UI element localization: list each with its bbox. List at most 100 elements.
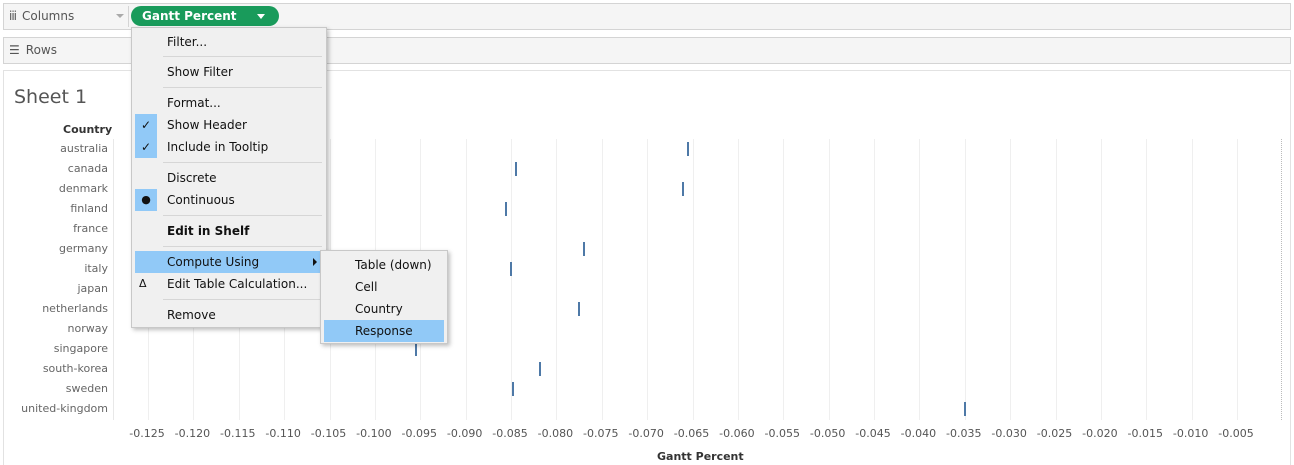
x-tick-label: -0.065 [673, 427, 710, 440]
menu-item-continuous[interactable]: ● Continuous [135, 189, 323, 211]
x-tick-label: -0.055 [764, 427, 800, 440]
pill-context-menu: Filter... Show Filter Format... ✓ Show H… [131, 27, 327, 328]
row-label-united-kingdom[interactable]: united-kingdom [21, 402, 108, 415]
compute-using-submenu: Table (down) Cell Country Response [320, 250, 448, 344]
x-tick-label: -0.120 [174, 427, 211, 440]
x-tick-label: -0.010 [1172, 427, 1209, 440]
row-label-japan[interactable]: japan [78, 282, 109, 295]
columns-icon: iii [9, 9, 17, 23]
submenu-item-cell[interactable]: Cell [324, 276, 444, 298]
gridline [511, 139, 512, 420]
menu-separator [163, 215, 322, 216]
gantt-mark-netherlands[interactable] [578, 302, 581, 316]
rows-shelf-label: ☰ Rows [9, 43, 57, 57]
row-label-denmark[interactable]: denmark [59, 182, 108, 195]
menu-item-include-in-tooltip[interactable]: ✓ Include in Tooltip [135, 136, 323, 158]
row-label-germany[interactable]: germany [59, 242, 108, 255]
gridline [1146, 139, 1148, 420]
gridline [1191, 139, 1193, 420]
submenu-arrow-icon [313, 258, 317, 266]
gantt-mark-sweden[interactable] [511, 382, 514, 396]
delta-icon: Δ [139, 277, 147, 290]
row-label-norway[interactable]: norway [68, 322, 108, 335]
pill-label: Gantt Percent [142, 9, 237, 23]
menu-item-format[interactable]: Format... [135, 92, 323, 114]
columns-shelf-label: iii Columns [9, 9, 74, 23]
gantt-mark-italy[interactable] [510, 262, 512, 276]
gridline [919, 139, 921, 420]
row-label-finland[interactable]: finland [70, 202, 108, 215]
row-label-south-korea[interactable]: south-korea [43, 362, 108, 375]
pill-dropdown-icon[interactable] [257, 14, 265, 19]
gantt-mark-germany[interactable] [582, 242, 585, 256]
x-tick-label: -0.075 [583, 427, 619, 440]
gridline [1237, 139, 1238, 420]
gantt-mark-singapore[interactable] [414, 342, 417, 356]
row-label-canada[interactable]: canada [68, 162, 108, 175]
x-tick-label: -0.050 [809, 427, 846, 440]
menu-separator [163, 299, 322, 300]
gantt-mark-united-kingdom[interactable] [963, 402, 966, 416]
gridline [828, 139, 830, 420]
menu-item-edit-table-calculation[interactable]: Δ Edit Table Calculation... [135, 273, 323, 295]
menu-separator [163, 87, 322, 88]
row-label-france[interactable]: france [73, 222, 108, 235]
menu-separator [163, 246, 322, 247]
checkmark-icon: ✓ [135, 114, 157, 136]
x-tick-label: -0.100 [356, 427, 392, 440]
gridline [1010, 139, 1012, 420]
gantt-mark-finland[interactable] [505, 202, 508, 216]
gantt-mark-south-korea[interactable] [539, 362, 542, 376]
menu-item-show-header[interactable]: ✓ Show Header [135, 114, 323, 136]
x-tick-label: -0.095 [401, 427, 437, 440]
x-tick-label: -0.105 [310, 427, 347, 440]
row-header-country[interactable]: Country [63, 123, 112, 136]
row-label-singapore[interactable]: singapore [54, 342, 108, 355]
x-tick-label: -0.025 [1036, 427, 1073, 440]
x-tick-label: -0.005 [1218, 427, 1254, 440]
menu-item-filter[interactable]: Filter... [135, 31, 323, 53]
submenu-item-country[interactable]: Country [324, 298, 444, 320]
menu-item-compute-using[interactable]: Compute Using [135, 251, 323, 273]
submenu-item-table-down[interactable]: Table (down) [324, 254, 444, 276]
gantt-mark-canada[interactable] [514, 162, 517, 176]
gantt-mark-australia[interactable] [686, 142, 689, 156]
x-tick-label: -0.040 [900, 427, 937, 440]
menu-item-show-filter[interactable]: Show Filter [135, 61, 323, 83]
x-tick-label: -0.085 [492, 427, 528, 440]
plot-right-border [1281, 139, 1282, 420]
x-tick-label: -0.070 [628, 427, 664, 440]
gridline [737, 139, 739, 420]
x-tick-label: -0.125 [129, 427, 165, 440]
gridline [465, 139, 467, 420]
rows-label-text: Rows [25, 43, 57, 57]
shelf-divider [128, 6, 129, 27]
menu-item-edit-in-shelf[interactable]: Edit in Shelf [135, 220, 323, 242]
gridline [1055, 139, 1057, 420]
row-label-netherlands[interactable]: netherlands [42, 302, 108, 315]
gridline [783, 139, 785, 420]
x-tick-label: -0.045 [855, 427, 891, 440]
menu-item-discrete[interactable]: Discrete [135, 167, 323, 189]
menu-separator [163, 56, 322, 57]
gridline [964, 139, 966, 420]
gantt-mark-denmark[interactable] [682, 182, 685, 196]
gridline [692, 139, 694, 420]
x-axis-title[interactable]: Gantt Percent [657, 450, 744, 463]
row-label-sweden[interactable]: sweden [66, 382, 108, 395]
x-tick-label: -0.015 [1127, 427, 1163, 440]
chevron-down-icon[interactable] [116, 14, 124, 18]
sheet-title: Sheet 1 [14, 86, 88, 108]
checkmark-icon: ✓ [135, 136, 157, 158]
submenu-item-response[interactable]: Response [324, 320, 444, 342]
x-tick-label: -0.035 [946, 427, 982, 440]
menu-item-remove[interactable]: Remove [135, 304, 323, 326]
menu-separator [163, 162, 322, 163]
gridline [1100, 139, 1102, 420]
row-label-italy[interactable]: italy [84, 262, 108, 275]
x-tick-label: -0.080 [537, 427, 574, 440]
rows-icon: ☰ [9, 43, 20, 57]
gantt-percent-pill[interactable]: Gantt Percent [131, 6, 279, 26]
x-tick-label: -0.020 [1082, 427, 1118, 440]
row-label-australia[interactable]: australia [60, 142, 108, 155]
